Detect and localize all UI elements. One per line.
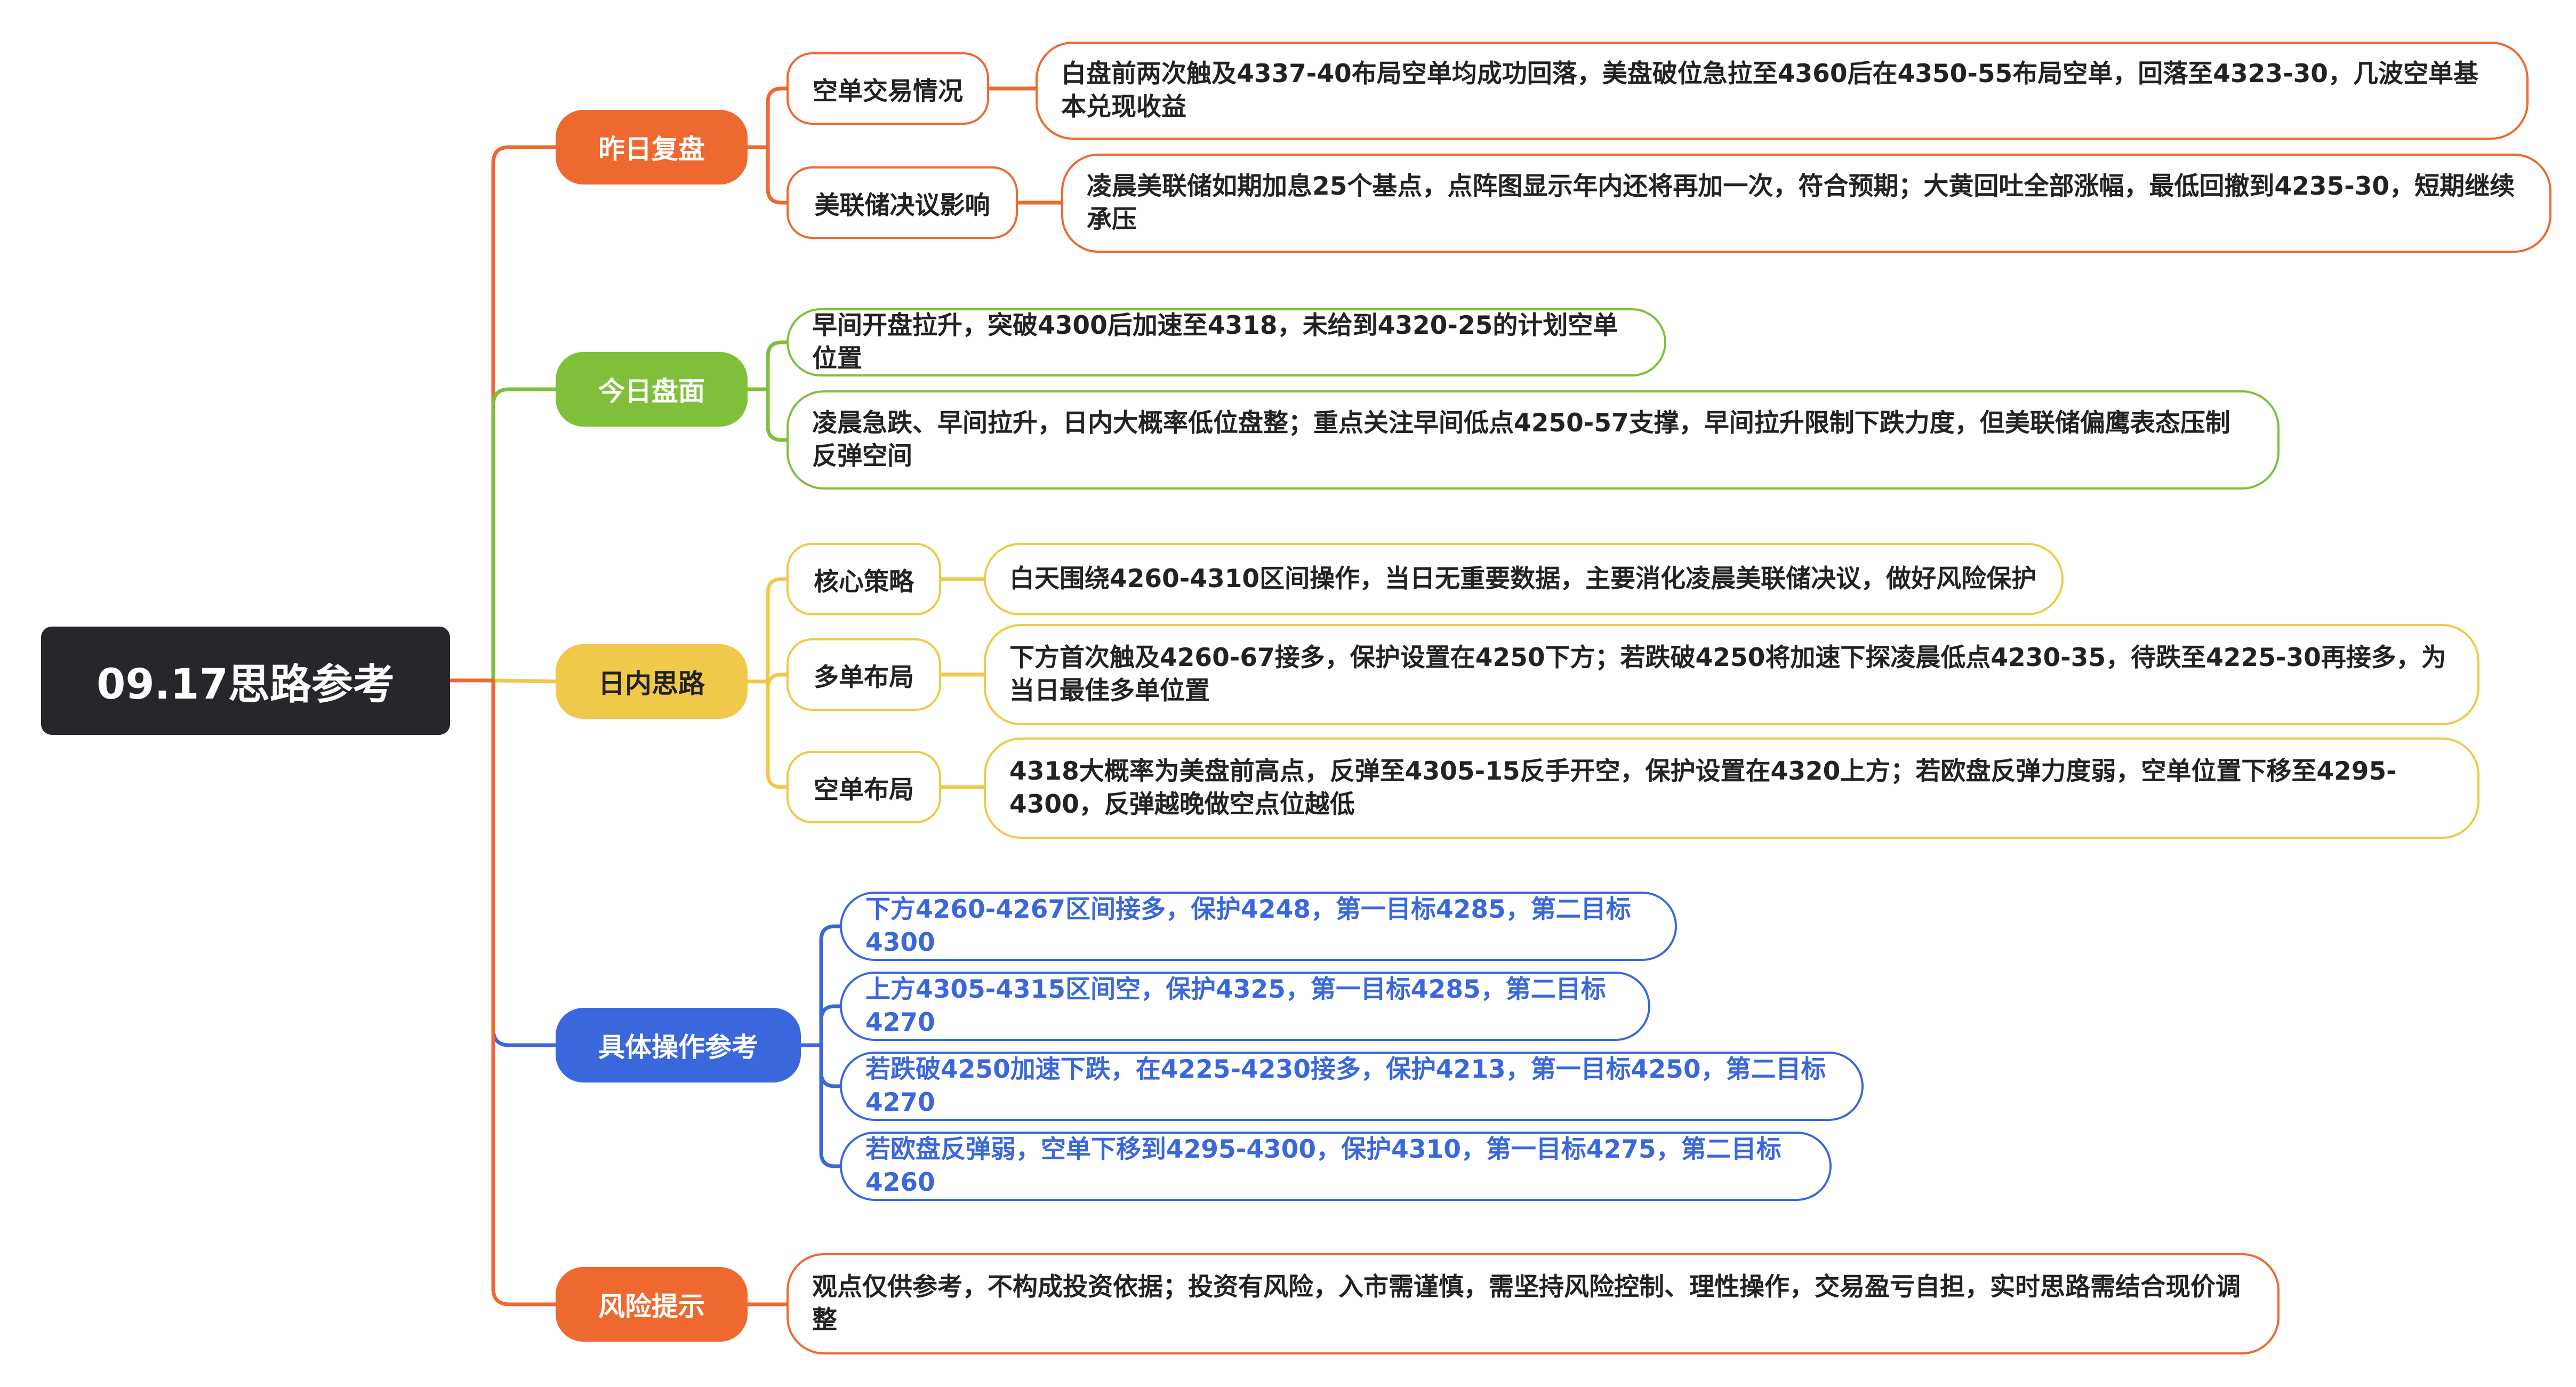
risk-item-1[interactable]: 观点仅供参考，不构成投资依据；投资有风险，入市需谨慎，需坚持风险控制、理性操作，… (787, 1253, 2280, 1354)
review-link-0 (766, 86, 789, 149)
operation-item-4[interactable]: 若欧盘反弹弱，空单下移到4295-4300，保护4310，第一目标4275，第二… (840, 1132, 1832, 1201)
detail-fed-impact[interactable]: 凌晨美联储如期加息25个基点，点阵图显示年内还将再加一次，符合预期；大黄回吐全部… (1061, 154, 2551, 253)
today-item-1[interactable]: 早间开盘拉升，突破4300后加速至4318，未给到4320-25的计划空单位置 (787, 308, 1666, 376)
branch-intraday[interactable]: 日内思路 (556, 644, 748, 719)
subtopic-short-trades[interactable]: 空单交易情况 (787, 52, 989, 125)
subtopic-fed-impact[interactable]: 美联储决议影响 (787, 166, 1018, 239)
branch-today[interactable]: 今日盘面 (556, 352, 748, 427)
intraday-link-0 (766, 577, 789, 684)
intraday-link-2 (766, 679, 789, 789)
branch-link-4 (491, 678, 558, 1306)
branch-link-3 (491, 678, 558, 1047)
branch-operations[interactable]: 具体操作参考 (556, 1008, 801, 1083)
detail-long-setup[interactable]: 下方首次触及4260-67接多，保护设置在4250下方；若跌破4250将加速下探… (984, 624, 2479, 725)
branch-link-1 (491, 387, 558, 683)
ops-link-3 (819, 1043, 842, 1168)
branch-risk[interactable]: 风险提示 (556, 1267, 748, 1342)
subtopic-core-strategy[interactable]: 核心策略 (787, 543, 941, 615)
review-link-1 (766, 145, 789, 205)
today-link-1 (766, 387, 789, 442)
intraday-link-1 (766, 672, 789, 689)
ops-link-0 (819, 924, 842, 1047)
ops-link-1 (819, 1004, 842, 1047)
detail-short-trades[interactable]: 白盘前两次触及4337-40布局空单均成功回落，美盘破位急拉至4360后在435… (1036, 42, 2529, 140)
branch-link-2 (491, 678, 558, 684)
today-item-2[interactable]: 凌晨急跌、早间拉升，日内大概率低位盘整；重点关注早间低点4250-57支撑，早间… (787, 390, 2280, 490)
operation-item-2[interactable]: 上方4305-4315区间空，保护4325，第一目标4285，第二目标4270 (840, 972, 1650, 1041)
root-topic[interactable]: 09.17思路参考 (41, 627, 450, 735)
subtopic-long-setup[interactable]: 多单布局 (787, 638, 941, 711)
branch-review[interactable]: 昨日复盘 (556, 110, 748, 185)
operation-item-3[interactable]: 若跌破4250加速下跌，在4225-4230接多，保护4213，第一目标4250… (840, 1052, 1864, 1121)
today-link-0 (766, 340, 789, 391)
subtopic-short-setup[interactable]: 空单布局 (787, 751, 941, 823)
operation-item-1[interactable]: 下方4260-4267区间接多，保护4248，第一目标4285，第二目标4300 (840, 892, 1677, 961)
detail-short-setup[interactable]: 4318大概率为美盘前高点，反弹至4305-15反手开空，保护设置在4320上方… (984, 737, 2479, 839)
branch-link-0 (491, 145, 558, 683)
detail-core-strategy[interactable]: 白天围绕4260-4310区间操作，当日无重要数据，主要消化凌晨美联储决议，做好… (984, 543, 2064, 615)
ops-link-2 (819, 1043, 842, 1088)
